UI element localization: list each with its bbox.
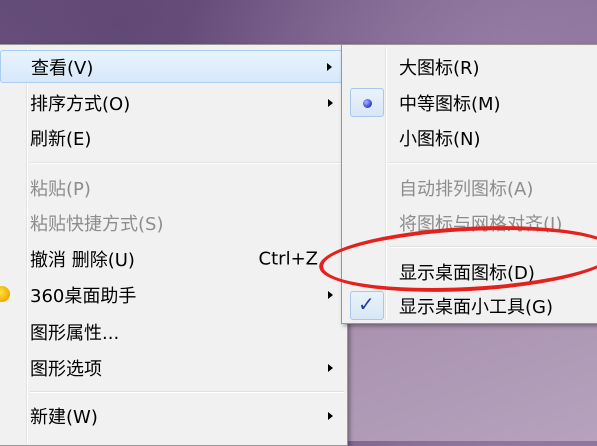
menu-separator <box>389 162 597 164</box>
menu-item-label: 撤消 删除(U) <box>30 249 135 271</box>
menu-separator <box>30 162 344 164</box>
menu-item-label: 中等图标(M) <box>399 93 501 115</box>
submenu-item-small-icons[interactable]: 小图标(N) <box>345 121 597 154</box>
submenu-arrow-icon <box>328 290 333 299</box>
menu-item-label: 大图标(R) <box>399 57 480 79</box>
check-indicator-box: ✓ <box>350 291 384 320</box>
submenu-arrow-icon <box>327 62 332 71</box>
menu-item-label: 粘贴(P) <box>30 178 91 200</box>
desktop-context-menu: 查看(V) 排序方式(O) 刷新(E) 粘贴(P) 粘贴快捷方式(S) 撤消 删… <box>0 44 348 446</box>
menu-item-label: 360桌面助手 <box>30 285 137 307</box>
menu-item-sort-by[interactable]: 排序方式(O) <box>0 86 344 119</box>
menu-item-label: 排序方式(O) <box>30 93 131 115</box>
submenu-arrow-icon <box>328 98 333 107</box>
submenu-item-show-desktop-gadgets[interactable]: ✓ 显示桌面小工具(G) <box>345 289 597 322</box>
menu-item-360-assistant[interactable]: 360桌面助手 <box>0 278 344 311</box>
menu-item-undo-delete[interactable]: 撤消 删除(U) Ctrl+Z <box>0 242 344 275</box>
menu-item-label: 新建(W) <box>30 406 98 428</box>
menu-item-new[interactable]: 新建(W) <box>0 399 344 432</box>
menu-item-shortcut: Ctrl+Z <box>258 248 318 269</box>
menu-item-paste: 粘贴(P) <box>0 171 344 204</box>
menu-item-label: 粘贴快捷方式(S) <box>30 213 164 235</box>
submenu-arrow-icon <box>328 363 333 372</box>
menu-item-label: 图形选项 <box>30 358 102 380</box>
360-assistant-icon <box>0 286 10 302</box>
submenu-item-large-icons[interactable]: 大图标(R) <box>345 50 597 83</box>
menu-item-label: 刷新(E) <box>30 128 92 150</box>
menu-item-graphics-options[interactable]: 图形选项 <box>0 351 344 384</box>
menu-item-graphics-properties[interactable]: 图形属性... <box>0 315 344 348</box>
menu-item-label: 自动排列图标(A) <box>399 178 534 200</box>
checkmark-icon: ✓ <box>358 292 375 316</box>
submenu-item-medium-icons[interactable]: 中等图标(M) <box>345 86 597 119</box>
radio-dot-icon <box>363 99 372 108</box>
menu-item-label: 显示桌面小工具(G) <box>399 296 553 318</box>
menu-item-label: 查看(V) <box>31 57 94 79</box>
submenu-item-auto-arrange: 自动排列图标(A) <box>345 171 597 204</box>
menu-separator <box>30 391 344 393</box>
menu-item-label: 图形属性... <box>30 322 120 344</box>
radio-indicator-box <box>350 88 384 117</box>
menu-item-label: 小图标(N) <box>399 128 481 150</box>
menu-item-view[interactable]: 查看(V) <box>0 50 344 83</box>
menu-item-refresh[interactable]: 刷新(E) <box>0 121 344 154</box>
menu-item-paste-shortcut: 粘贴快捷方式(S) <box>0 206 344 239</box>
submenu-arrow-icon <box>328 411 333 420</box>
